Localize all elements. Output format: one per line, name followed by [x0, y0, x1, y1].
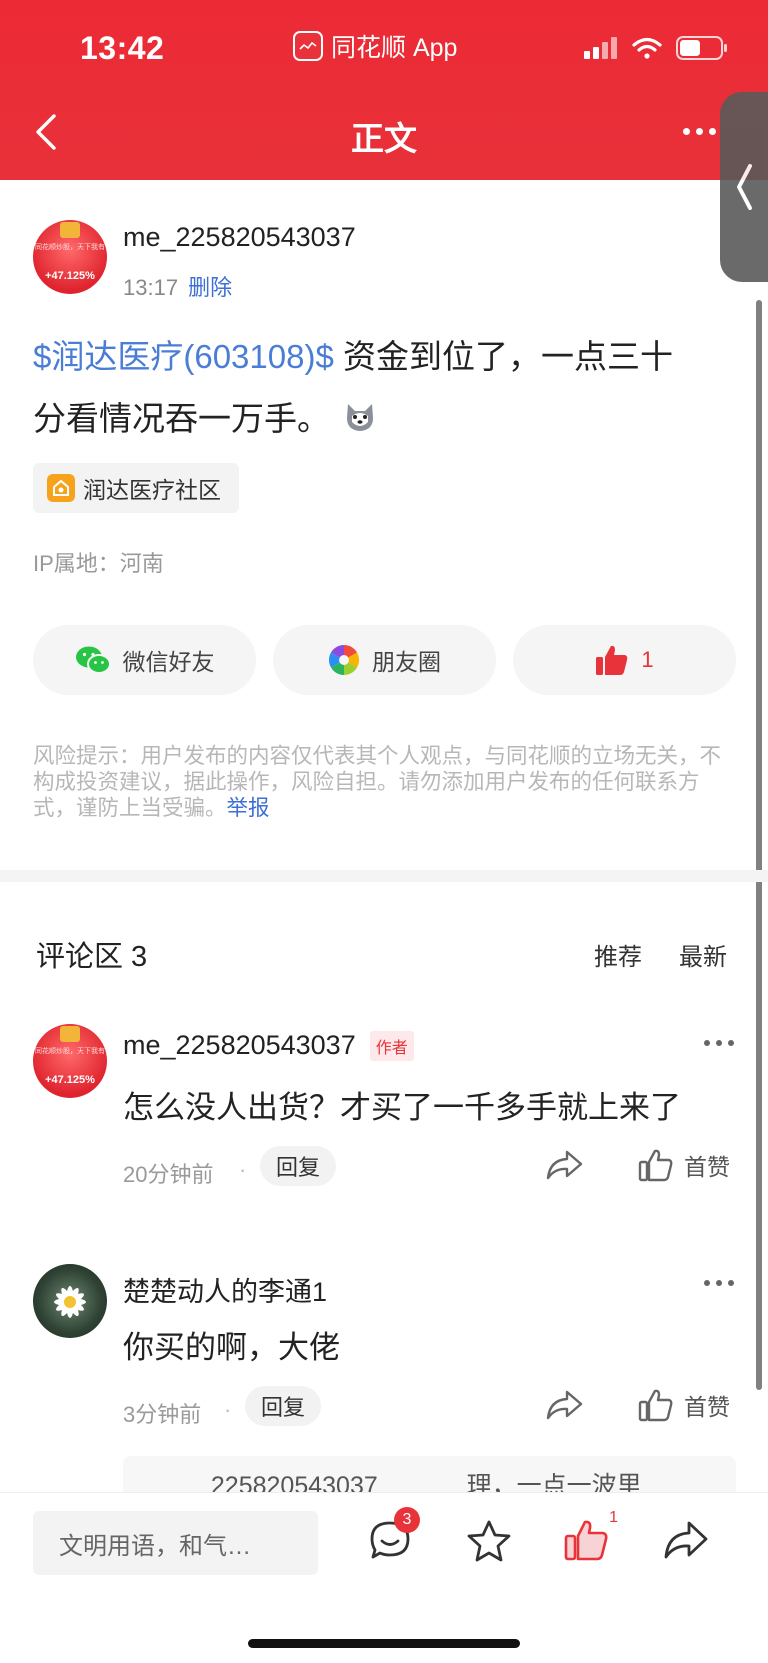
reply-button[interactable]: 回复	[260, 1146, 337, 1186]
post-author: 同花顺炒股，天下我有 +47.125% me_225820543037 13:1…	[33, 220, 356, 300]
share-moments-label: 朋友圈	[372, 649, 441, 675]
report-link[interactable]: 举报	[227, 796, 270, 820]
share-wechat-button[interactable]: 微信好友	[33, 625, 256, 695]
comment-more-button[interactable]	[704, 1040, 734, 1046]
page-title: 正文	[351, 120, 417, 157]
avatar[interactable]: 同花顺炒股，天下我有 +47.125%	[33, 1024, 107, 1098]
comment-share-button[interactable]	[545, 1148, 585, 1187]
home-indicator	[248, 1639, 520, 1648]
share-arrow-icon	[664, 1521, 708, 1559]
favorite-button[interactable]	[466, 1519, 512, 1568]
share-moments-button[interactable]: 朋友圈	[273, 625, 496, 695]
avatar[interactable]: 同花顺炒股，天下我有 +47.125%	[33, 220, 107, 294]
community-tag-label: 润达医疗社区	[83, 477, 221, 503]
header: 13:42 同花顺 App 正文	[0, 0, 768, 180]
post-body: $润达医疗(603108)$ 资金到位了，一点三十 分看情况吞一万手。	[33, 326, 733, 450]
risk-notice: 风险提示：用户发布的内容仅代表其个人观点，与同花顺的立场无关，不构成投资建议，据…	[33, 743, 736, 821]
post-text-line2: 分看情况吞一万手。	[33, 400, 330, 437]
bottom-bar: 文明用语，和气… 3 1	[0, 1492, 768, 1663]
avatar-caption: 同花顺炒股，天下我有	[35, 1048, 105, 1055]
section-divider	[0, 870, 768, 882]
star-icon	[467, 1520, 511, 1562]
bottom-like-count: 1	[609, 1509, 618, 1526]
comment-author: 楚楚动人的李通1	[123, 1270, 327, 1309]
avatar-percentage: +47.125%	[45, 1074, 95, 1086]
comment-input[interactable]: 文明用语，和气…	[33, 1511, 318, 1575]
comment-like-button[interactable]: 首赞	[638, 1148, 730, 1182]
thumbs-up-icon	[638, 1389, 673, 1422]
status-app-name: 同花顺 App	[331, 34, 458, 62]
bottom-like-button[interactable]: 1	[564, 1509, 618, 1566]
wifi-icon	[632, 37, 662, 59]
author-badge: 作者	[369, 1030, 414, 1061]
comments-title: 评论区 3	[36, 941, 148, 973]
post-meta: 13:17 删除	[123, 270, 232, 302]
comment-text: 你买的啊，大佬	[123, 1330, 340, 1365]
like-count: 1	[641, 647, 654, 672]
comments-button[interactable]: 3	[368, 1507, 420, 1568]
community-tag[interactable]: 润达医疗社区	[33, 463, 239, 513]
like-button[interactable]: 1	[513, 625, 736, 695]
comment-text: 怎么没人出货？才买了一千多手就上来了	[123, 1090, 681, 1125]
crown-icon	[60, 222, 80, 238]
comment-author: me_225820543037 作者	[123, 1030, 414, 1061]
sort-latest-tab[interactable]: 最新	[679, 937, 727, 972]
battery-icon	[676, 36, 727, 60]
avatar[interactable]	[33, 1264, 107, 1338]
more-menu-button[interactable]	[683, 128, 716, 135]
author-name[interactable]: me_225820543037	[123, 222, 356, 253]
stock-link[interactable]: $润达医疗(603108)$	[33, 338, 334, 375]
comment-author-name[interactable]: 楚楚动人的李通1	[123, 1270, 327, 1309]
comment-share-button[interactable]	[545, 1388, 585, 1427]
comment-time: 3分钟前	[123, 1402, 202, 1427]
scrollbar[interactable]	[756, 300, 762, 1390]
thumbs-up-filled-icon	[564, 1520, 608, 1561]
comment-more-button[interactable]	[704, 1280, 734, 1286]
share-row: 微信好友 朋友圈 1	[33, 625, 736, 695]
post-text-line1: 资金到位了，一点三十	[333, 338, 673, 375]
risk-notice-text: 风险提示：用户发布的内容仅代表其个人观点，与同花顺的立场无关，不构成投资建议，据…	[33, 744, 722, 820]
share-arrow-icon	[546, 1150, 583, 1180]
crown-icon	[60, 1026, 80, 1042]
comment-item: 楚楚动人的李通1 你买的啊，大佬 3分钟前 · 回复 首赞	[33, 1264, 736, 1434]
comment-author-name[interactable]: me_225820543037	[123, 1030, 356, 1061]
comment-item: 同花顺炒股，天下我有 +47.125% me_225820543037 作者 怎…	[33, 1024, 736, 1194]
status-app: 同花顺 App	[293, 28, 457, 64]
share-wechat-label: 微信好友	[122, 649, 215, 675]
sort-recommend-tab[interactable]: 推荐	[594, 937, 642, 972]
delete-link[interactable]: 删除	[188, 275, 232, 300]
comment-like-button[interactable]: 首赞	[638, 1388, 730, 1422]
status-time: 13:42	[80, 30, 165, 66]
post-time: 13:17	[123, 275, 179, 300]
sub-reply-preview[interactable]: _225820543037 理，一点一波里	[123, 1456, 736, 1496]
comment-time: 20分钟前	[123, 1162, 214, 1187]
thumbs-up-icon	[638, 1149, 673, 1182]
status-icons	[584, 36, 728, 60]
side-drawer-handle[interactable]	[720, 92, 768, 282]
share-arrow-icon	[546, 1390, 583, 1420]
signal-icon	[584, 37, 617, 59]
avatar-caption: 同花顺炒股，天下我有	[35, 244, 105, 251]
community-icon	[47, 474, 75, 502]
ip-location: IP属地：河南	[33, 551, 164, 576]
comment-like-label: 首赞	[684, 1154, 730, 1180]
share-button[interactable]	[662, 1519, 710, 1566]
avatar-percentage: +47.125%	[45, 270, 95, 282]
chevron-left-icon	[737, 164, 752, 210]
app-logo-icon	[293, 31, 323, 61]
reply-button[interactable]: 回复	[245, 1386, 322, 1426]
comment-count-badge: 3	[394, 1507, 420, 1533]
daisy-avatar-icon	[54, 1286, 86, 1318]
husky-emoji-icon	[347, 404, 374, 431]
comment-like-label: 首赞	[684, 1394, 730, 1420]
moments-icon	[328, 645, 360, 675]
separator-dot: ·	[239, 1157, 247, 1182]
separator-dot: ·	[224, 1397, 232, 1422]
wechat-icon	[75, 646, 111, 674]
thumbs-up-filled-icon	[596, 645, 628, 675]
page: 13:42 同花顺 App 正文 同花顺炒股，天下我有 +47.125% me_…	[0, 0, 768, 1663]
